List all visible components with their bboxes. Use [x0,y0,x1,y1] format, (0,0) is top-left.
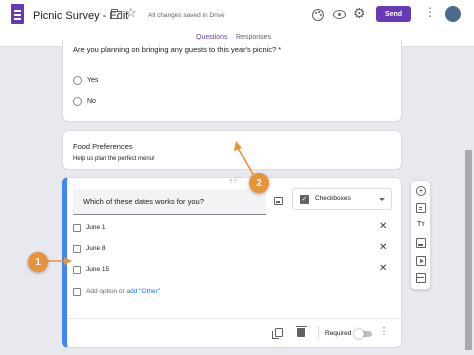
radio-option-no[interactable] [73,97,82,106]
option-label[interactable]: June 1 [86,224,106,231]
folder-icon[interactable] [110,9,122,19]
trash-icon[interactable] [295,325,307,337]
section-card[interactable]: Food Preferences Help us plan the perfec… [62,130,402,170]
add-option-row: Add option or add "Other" [86,288,160,295]
floating-toolbar: + Tт [410,180,431,290]
checkbox-add-option [73,288,81,296]
add-image-icon[interactable] [416,238,426,248]
or-text: or [118,288,125,295]
question-card-guests[interactable]: Are you planning on bringing any guests … [62,40,402,122]
callout-badge-1: 1 [28,252,48,272]
drag-handle-icon[interactable]: ⠿⠿ [229,180,238,185]
footer-divider [67,318,402,319]
question-title-text: Which of these dates works for you? [83,197,204,206]
add-other-link[interactable]: add "Other" [127,288,161,295]
option-label: No [87,98,96,105]
close-icon[interactable]: ✕ [379,243,387,253]
footer-separator [318,326,319,340]
radio-option-yes[interactable] [73,76,82,85]
add-video-icon[interactable] [416,256,426,266]
palette-icon[interactable] [312,9,324,21]
more-vert-icon[interactable]: ⋮ [424,6,436,18]
option-label[interactable]: June 8 [86,245,106,252]
gear-icon[interactable]: ⚙ [353,6,366,20]
duplicate-icon[interactable] [272,328,283,339]
question-card-dates[interactable]: ⠿⠿ Which of these dates works for you? ✓… [62,177,402,348]
scrollbar-thumb[interactable] [465,150,472,350]
question-title-input[interactable]: Which of these dates works for you? [73,189,266,215]
option-label: Yes [87,77,99,84]
import-questions-icon[interactable] [416,203,426,213]
checkbox-type-icon: ✓ [300,195,309,204]
add-question-icon[interactable]: + [416,186,426,196]
question-type-label: Checkboxes [315,195,351,202]
star-icon[interactable]: ☆ [125,6,137,19]
section-title: Food Preferences [73,142,133,151]
close-icon[interactable]: ✕ [379,264,387,274]
forms-doc-icon[interactable] [11,4,24,24]
add-option-link[interactable]: Add option [86,288,117,295]
send-button[interactable]: Send [376,6,411,22]
add-image-icon[interactable] [274,197,283,205]
checkbox-june-15[interactable] [73,266,81,274]
more-vert-icon[interactable]: ⋮ [379,327,389,337]
eye-icon[interactable] [333,10,346,19]
callout-badge-2: 2 [249,173,269,193]
save-status: All changes saved in Drive [148,12,225,19]
option-label[interactable]: June 15 [86,266,109,273]
checkbox-june-1[interactable] [73,224,81,232]
required-toggle[interactable] [354,329,372,339]
question-type-select[interactable]: ✓ Checkboxes [292,188,392,210]
add-title-icon[interactable]: Tт [416,220,426,230]
avatar[interactable] [445,6,461,22]
required-label: Required [325,330,352,337]
question-title: Are you planning on bringing any guests … [73,45,282,54]
chevron-down-icon [379,198,385,201]
section-description: Help us plan the perfect menu! [73,156,155,162]
checkbox-june-8[interactable] [73,245,81,253]
close-icon[interactable]: ✕ [379,222,387,232]
add-section-icon[interactable] [416,273,426,283]
